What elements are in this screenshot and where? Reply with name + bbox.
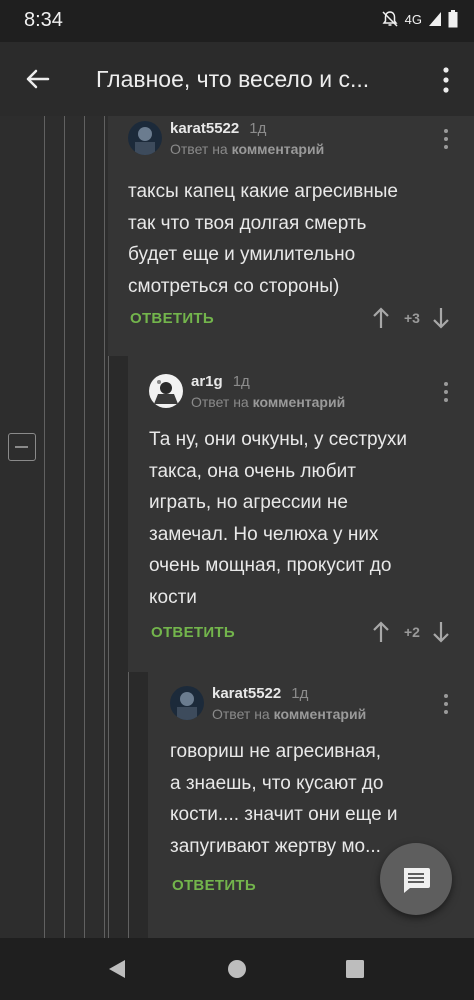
status-bar: 8:34 4G [0, 0, 474, 42]
thread-depth-gutter [0, 116, 108, 938]
comment-text: таксы капец какие агресивные так что твоя… [128, 181, 398, 297]
network-type: 4G [404, 11, 422, 27]
app-bar: Главное, что весело и с... [0, 42, 474, 116]
depth-line [84, 116, 85, 938]
reply-to-link[interactable]: комментарий [232, 141, 325, 157]
avatar[interactable] [128, 121, 162, 155]
depth-line [44, 116, 45, 938]
reply-to-link[interactable]: комментарий [253, 394, 346, 410]
status-icons: 4G [381, 10, 458, 28]
comment-item: ar1g 1д Ответ на комментарий Та ну, они о… [149, 373, 460, 664]
comment-author[interactable]: ar1g 1д [191, 373, 250, 390]
comment-menu-icon[interactable] [440, 380, 452, 404]
system-nav-bar [0, 938, 474, 1000]
comment-text: говориш не агресивная, а знаешь, что куса… [170, 741, 398, 857]
comment-menu-icon[interactable] [440, 692, 452, 716]
comment-menu-icon[interactable] [440, 127, 452, 151]
collapse-thread-button[interactable] [8, 433, 36, 461]
comment-text: Та ну, они очкуны, у сеструхи такса, она … [149, 429, 407, 608]
nav-recents-icon[interactable] [346, 960, 364, 978]
comment-author[interactable]: karat5522 1д [170, 120, 266, 137]
comment-icon [404, 868, 430, 893]
reply-to-info: Ответ на комментарий [170, 141, 325, 157]
nav-home-icon[interactable] [227, 959, 247, 979]
reply-to-info: Ответ на комментарий [191, 394, 346, 410]
more-options-icon[interactable] [436, 64, 456, 96]
comment-author[interactable]: karat5522 1д [212, 685, 308, 702]
depth-line [104, 116, 105, 938]
vote-controls: +2 [372, 621, 450, 643]
status-time: 8:34 [24, 9, 63, 31]
new-comment-fab[interactable] [380, 843, 452, 915]
dnd-off-icon [382, 11, 398, 27]
reply-button[interactable]: ОТВЕТИТЬ [151, 624, 235, 641]
downvote-arrow-icon[interactable] [432, 621, 450, 643]
reply-button[interactable]: ОТВЕТИТЬ [130, 310, 214, 327]
reply-to-link[interactable]: комментарий [274, 706, 367, 722]
reply-depth-strip [108, 356, 128, 938]
back-arrow-icon[interactable] [20, 62, 54, 96]
battery-icon [448, 10, 458, 28]
comment-time: 1д [232, 373, 250, 390]
comment-time: 1д [291, 685, 309, 702]
comments-thread[interactable]: karat5522 1д Ответ на комментарий таксы к… [0, 116, 474, 938]
nav-back-icon[interactable] [106, 958, 128, 980]
vote-score: +3 [404, 310, 420, 326]
avatar[interactable] [170, 686, 204, 720]
downvote-arrow-icon[interactable] [432, 307, 450, 329]
comment-time: 1д [249, 120, 267, 137]
vote-controls: +3 [372, 307, 450, 329]
upvote-arrow-icon[interactable] [372, 307, 390, 329]
reply-to-info: Ответ на комментарий [212, 706, 367, 722]
reply-button[interactable]: ОТВЕТИТЬ [172, 877, 256, 894]
avatar[interactable] [149, 374, 183, 408]
upvote-arrow-icon[interactable] [372, 621, 390, 643]
vote-score: +2 [404, 624, 420, 640]
reply-depth-strip [128, 672, 148, 938]
comment-item: karat5522 1д Ответ на комментарий таксы к… [128, 120, 460, 351]
signal-icon [429, 12, 441, 26]
page-title: Главное, что весело и с... [96, 66, 370, 92]
depth-line [64, 116, 65, 938]
